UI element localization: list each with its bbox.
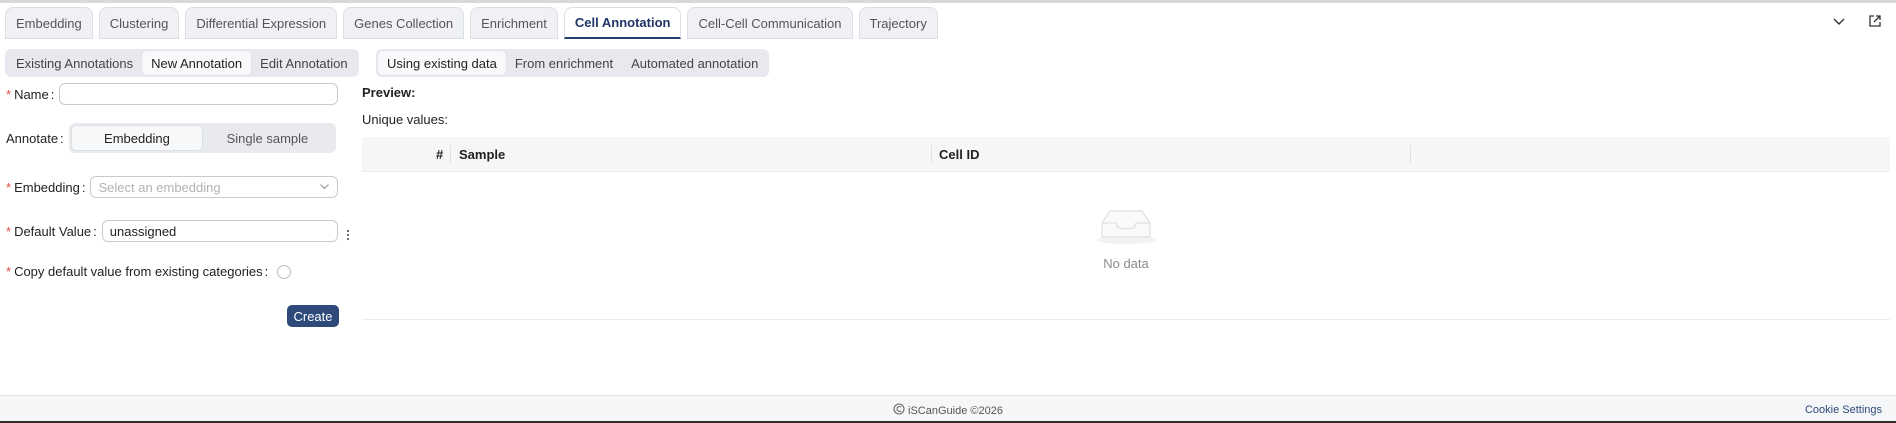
footer: iSCanGuide ©2026 Cookie Settings xyxy=(0,395,1896,423)
tab-genes-collection[interactable]: Genes Collection xyxy=(343,7,465,39)
column-divider xyxy=(931,145,932,163)
preview-table: # Sample Cell ID No data xyxy=(362,137,1890,321)
tab-existing-annotations[interactable]: Existing Annotations xyxy=(7,51,142,75)
name-row: * Name: xyxy=(6,83,339,105)
tab-clustering[interactable]: Clustering xyxy=(98,7,180,39)
tab-from-enrichment[interactable]: From enrichment xyxy=(506,51,622,75)
default-value-row: * Default Value: unassigned xyxy=(6,220,338,242)
default-value-label: * Default Value: xyxy=(6,223,97,239)
column-header-index: # xyxy=(436,147,444,162)
tab-trajectory[interactable]: Trajectory xyxy=(858,7,938,39)
top-border xyxy=(0,0,1896,3)
chevron-down-icon[interactable] xyxy=(1832,14,1846,31)
column-divider xyxy=(1410,145,1411,163)
more-options-icon[interactable] xyxy=(346,229,350,241)
preview-title: Preview: xyxy=(362,85,416,100)
cookie-settings-link[interactable]: Cookie Settings xyxy=(1805,404,1882,416)
embedding-row: * Embedding: Select an embedding xyxy=(6,176,339,198)
embedding-select-placeholder: Select an embedding xyxy=(98,179,221,195)
copy-default-row: * Copy default value from existing catego… xyxy=(6,264,292,279)
tab-using-existing-data[interactable]: Using existing data xyxy=(378,51,506,75)
annotation-source-tabs: Using existing data From enrichment Auto… xyxy=(376,49,770,77)
tab-cell-annotation[interactable]: Cell Annotation xyxy=(563,7,682,39)
name-label: * Name: xyxy=(6,86,55,102)
name-input[interactable] xyxy=(59,83,339,105)
create-button[interactable]: Create xyxy=(287,305,339,327)
column-header-sample[interactable]: Sample xyxy=(459,137,505,172)
copy-default-label: * Copy default value from existing catego… xyxy=(6,264,269,279)
tab-new-annotation[interactable]: New Annotation xyxy=(142,51,252,75)
chevron-down-icon xyxy=(319,180,330,195)
annotate-segmented-control: Embedding Single sample xyxy=(68,123,336,153)
tab-embedding[interactable]: Embedding xyxy=(5,7,93,39)
tab-differential-expression[interactable]: Differential Expression xyxy=(185,7,338,39)
column-header-cell-id[interactable]: Cell ID xyxy=(939,137,979,172)
main-tab-bar: Embedding Clustering Differential Expres… xyxy=(5,7,938,40)
open-external-icon[interactable] xyxy=(1868,14,1882,31)
embedding-select[interactable]: Select an embedding xyxy=(90,176,339,198)
footer-brand-text: iSCanGuide ©2026 xyxy=(908,404,1003,417)
unique-values-label: Unique values: xyxy=(362,112,448,127)
top-icons xyxy=(1832,14,1882,31)
tab-edit-annotation[interactable]: Edit Annotation xyxy=(251,51,356,75)
tab-automated-annotation[interactable]: Automated annotation xyxy=(622,51,767,75)
brand-logo-icon xyxy=(893,403,905,418)
empty-state: No data xyxy=(362,173,1890,320)
annotate-label: Annotate: xyxy=(6,130,64,146)
empty-inbox-icon xyxy=(1092,206,1160,249)
tab-cell-cell-communication[interactable]: Cell-Cell Communication xyxy=(687,7,853,39)
copy-default-checkbox[interactable] xyxy=(277,264,292,279)
annotate-option-single-sample[interactable]: Single sample xyxy=(202,126,333,150)
column-divider xyxy=(450,145,451,163)
embedding-label: * Embedding: xyxy=(6,179,86,195)
annotation-mode-tabs: Existing Annotations New Annotation Edit… xyxy=(5,49,359,77)
default-value-input[interactable]: unassigned xyxy=(101,220,338,242)
table-header: # Sample Cell ID xyxy=(362,137,1890,172)
tab-enrichment[interactable]: Enrichment xyxy=(470,7,558,39)
no-data-text: No data xyxy=(1103,256,1149,271)
footer-brand: iSCanGuide ©2026 xyxy=(893,403,1003,418)
annotate-option-embedding[interactable]: Embedding xyxy=(71,126,203,150)
annotate-row: Annotate: Embedding Single sample xyxy=(6,123,336,153)
